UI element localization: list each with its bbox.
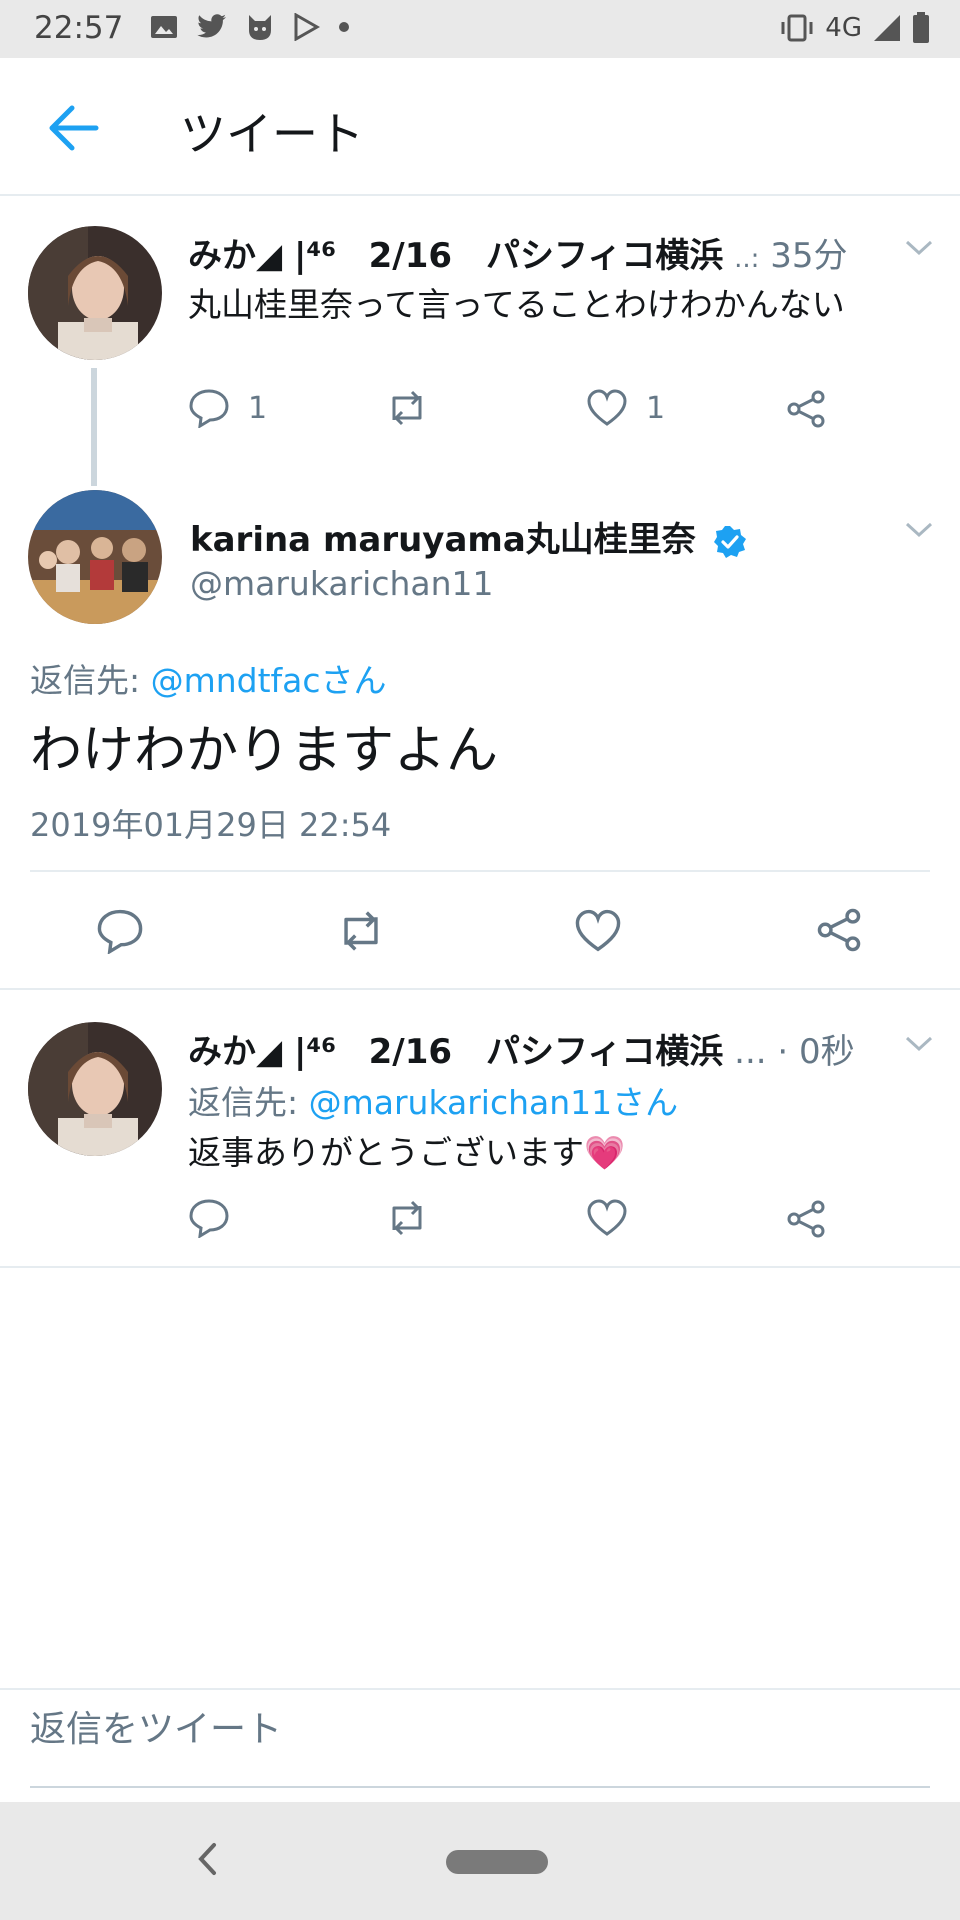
reply-to-label: 返信先: <box>188 1083 309 1122</box>
chevron-down-icon[interactable] <box>904 1034 934 1054</box>
display-name-event: 2/16 パシフィコ横浜 <box>368 1032 724 1072</box>
retweet-icon <box>344 911 378 951</box>
nav-back-icon[interactable] <box>196 1842 218 1876</box>
verified-badge-icon <box>713 525 746 558</box>
chevron-down-icon[interactable] <box>904 520 934 540</box>
like-button[interactable]: 1 <box>586 388 665 428</box>
home-pill[interactable] <box>446 1850 548 1874</box>
dot-icon <box>339 22 349 32</box>
name-ellipsis: ... <box>734 1032 767 1072</box>
retweet-button[interactable] <box>384 1198 430 1238</box>
signal-icon <box>874 15 900 41</box>
heart-icon <box>587 1199 627 1236</box>
reply-to-label: 返信先: <box>30 661 151 700</box>
reply-input[interactable]: 返信をツイート <box>30 1700 282 1752</box>
battery-icon <box>913 12 929 43</box>
notification-icons <box>150 12 350 42</box>
like-count: 1 <box>646 390 666 426</box>
display-name-event: 2/16 パシフィコ横浜 <box>368 236 724 276</box>
tweet-time: · 0秒 <box>777 1032 855 1072</box>
tweet-text-line: 返事ありがとうございます💗 <box>188 1126 625 1174</box>
display-name: karina maruyama丸山桂里奈 <box>190 520 696 560</box>
author-line: karina maruyama丸山桂里奈 <box>190 512 747 561</box>
divider <box>0 1266 960 1268</box>
arrow-left-icon[interactable] <box>46 104 100 152</box>
heart-emoji: 💗 <box>584 1133 626 1172</box>
vibrate-icon <box>781 14 813 42</box>
reply-to-handle[interactable]: @mndtfacさん <box>151 661 387 700</box>
composer-top-border <box>0 1688 960 1690</box>
cat-app-icon <box>249 15 271 40</box>
heart-icon <box>575 909 621 952</box>
share-button[interactable] <box>816 908 862 952</box>
reply-icon <box>189 389 229 428</box>
chevron-down-icon[interactable] <box>904 238 934 258</box>
retweet-icon <box>392 1200 422 1236</box>
reply-to-handle[interactable]: @marukarichan11さん <box>309 1083 679 1122</box>
tweet-text: わけわかりますよん <box>30 721 499 781</box>
reply-button[interactable]: 1 <box>188 388 267 428</box>
status-bar: 22:57 4G <box>0 0 960 58</box>
thread-line <box>91 368 97 486</box>
like-button[interactable] <box>574 908 622 954</box>
twitter-icon <box>197 14 226 38</box>
tweet-header: みか◢ |⁴⁶ 2/16 パシフィコ横浜 ... · 0秒 <box>188 1024 878 1073</box>
share-button[interactable] <box>786 1200 826 1238</box>
reply-count: 1 <box>248 390 268 426</box>
display-name: みか◢ |⁴⁶ <box>188 1032 337 1072</box>
share-icon <box>817 908 861 952</box>
divider <box>0 988 960 990</box>
share-icon <box>787 390 825 428</box>
system-nav-bar <box>0 1802 960 1920</box>
reply-button[interactable] <box>188 1198 230 1238</box>
reply-to-line: 返信先: @mndtfacさん <box>30 654 387 702</box>
tweet-text: 返事ありがとうございます <box>188 1133 584 1172</box>
system-icons: 4G <box>779 12 930 44</box>
tweet-header: みか◢ |⁴⁶ 2/16 パシフィコ横浜 ..: 35分 <box>188 228 878 277</box>
reply-icon <box>189 1199 229 1238</box>
avatar[interactable] <box>28 490 162 624</box>
reply-button[interactable] <box>96 908 144 954</box>
reply-icon <box>97 909 143 954</box>
tweet-text: 丸山桂里奈って言ってることわけわかんない <box>188 285 845 324</box>
heart-icon <box>587 389 627 426</box>
composer-underline <box>30 1786 930 1788</box>
page-title: ツイート <box>180 107 364 161</box>
tweet-time: 35分 <box>770 236 848 276</box>
tweet-timestamp: 2019年01月29日 22:54 <box>30 806 392 844</box>
reply-to-line: 返信先: @marukarichan11さん <box>188 1076 678 1124</box>
like-button[interactable] <box>586 1198 628 1238</box>
retweet-button[interactable] <box>334 908 388 954</box>
share-button[interactable] <box>786 390 826 428</box>
share-icon <box>787 1200 825 1238</box>
network-type: 4G <box>825 13 862 43</box>
display-name: みか◢ |⁴⁶ <box>188 236 337 276</box>
avatar[interactable] <box>28 226 162 360</box>
retweet-icon <box>392 390 422 426</box>
play-store-icon <box>294 13 320 41</box>
avatar[interactable] <box>28 1022 162 1156</box>
name-ellipsis: ..: <box>734 244 760 274</box>
retweet-button[interactable] <box>384 388 430 428</box>
user-handle[interactable]: @marukarichan11 <box>190 564 494 603</box>
divider <box>30 870 930 872</box>
status-time: 22:57 <box>34 10 124 46</box>
image-icon <box>151 16 177 38</box>
app-bar: ツイート <box>0 58 960 196</box>
